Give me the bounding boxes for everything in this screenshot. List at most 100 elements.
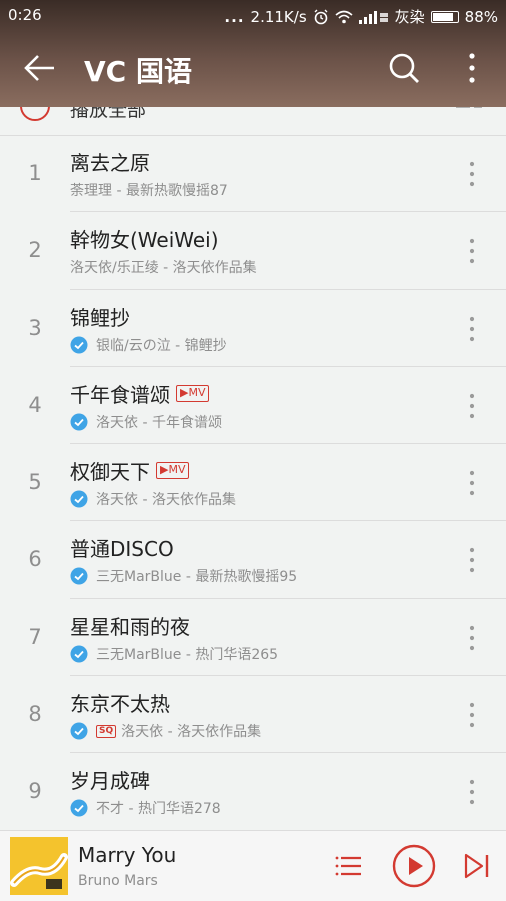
play-all-row[interactable]: 播放全部 bbox=[0, 107, 506, 136]
album-art[interactable] bbox=[10, 837, 68, 895]
song-index: 8 bbox=[28, 702, 42, 727]
battery-icon bbox=[430, 10, 459, 23]
wifi-icon bbox=[335, 10, 353, 23]
song-title-wrap: 东京不太热 bbox=[70, 688, 170, 717]
verified-check-icon bbox=[70, 490, 88, 508]
play-all-icon bbox=[20, 107, 50, 121]
song-title-wrap: 离去之原 bbox=[70, 147, 150, 176]
song-row[interactable]: 6 普通DISCO 三无MarBlue - 最新热歌慢摇95 bbox=[0, 521, 506, 599]
song-more-icon[interactable] bbox=[460, 159, 484, 189]
mv-badge[interactable]: ▶MV bbox=[156, 462, 190, 480]
song-subtitle-wrap: 不才 - 热门华语278 bbox=[70, 798, 221, 818]
page-title: VC 国语 bbox=[84, 55, 192, 88]
song-title-wrap: 锦鲤抄 bbox=[70, 302, 130, 331]
song-subtitle-wrap: 洛天依 - 洛天依作品集 bbox=[70, 489, 236, 509]
status-dots: ... bbox=[224, 7, 245, 26]
song-more-icon[interactable] bbox=[460, 777, 484, 807]
song-title: 普通DISCO bbox=[70, 537, 174, 562]
song-row[interactable]: 1 离去之原荼理理 - 最新热歌慢摇87 bbox=[0, 135, 506, 213]
song-title-wrap: 普通DISCO bbox=[70, 533, 174, 562]
signal-icon bbox=[358, 10, 388, 24]
verified-check-icon bbox=[70, 567, 88, 585]
song-title: 千年食谱颂 bbox=[70, 382, 170, 407]
song-more-icon[interactable] bbox=[460, 391, 484, 421]
song-title: 锦鲤抄 bbox=[70, 305, 130, 330]
song-subtitle-wrap: SQ 洛天依 - 洛天依作品集 bbox=[70, 721, 261, 741]
song-more-icon[interactable] bbox=[460, 314, 484, 344]
multi-select-icon[interactable] bbox=[454, 107, 484, 113]
song-more-icon[interactable] bbox=[460, 700, 484, 730]
song-subtitle: 不才 - 热门华语278 bbox=[96, 801, 221, 818]
alarm-icon bbox=[314, 9, 328, 24]
song-index: 3 bbox=[28, 315, 42, 340]
more-options-button[interactable] bbox=[458, 50, 486, 86]
search-button[interactable] bbox=[386, 50, 422, 86]
playlist-icon bbox=[335, 856, 361, 876]
battery-percent: 88% bbox=[464, 7, 498, 26]
verified-check-icon bbox=[70, 413, 88, 431]
mv-badge[interactable]: ▶MV bbox=[176, 384, 210, 402]
battery-fill bbox=[432, 12, 453, 21]
song-index: 5 bbox=[28, 470, 42, 495]
toolbar: VC 国语 bbox=[0, 36, 506, 100]
song-index: 6 bbox=[28, 547, 42, 572]
play-all-label: 播放全部 bbox=[70, 107, 147, 121]
song-title-wrap: 岁月成碑 bbox=[70, 765, 150, 794]
song-subtitle-wrap: 三无MarBlue - 最新热歌慢摇95 bbox=[70, 566, 297, 586]
song-row[interactable]: 7 星星和雨的夜三无MarBlue - 热门华语265 bbox=[0, 599, 506, 677]
song-subtitle-wrap: 三无MarBlue - 热门华语265 bbox=[70, 644, 278, 664]
song-index: 2 bbox=[28, 238, 42, 263]
song-subtitle-wrap: 洛天依/乐正绫 - 洛天依作品集 bbox=[70, 257, 257, 277]
status-right: ... 2.11K/s 灰染 88% bbox=[224, 6, 498, 27]
play-icon bbox=[392, 844, 436, 888]
song-index: 1 bbox=[28, 161, 42, 185]
playlist-button[interactable] bbox=[334, 851, 364, 881]
play-button[interactable] bbox=[392, 844, 436, 888]
song-list: 1 离去之原荼理理 - 最新热歌慢摇87 2 幹物女(WeiWei) 洛天依/乐正绫 -… bbox=[0, 135, 506, 831]
song-subtitle: 洛天依 - 洛天依作品集 bbox=[121, 724, 262, 741]
next-track-icon bbox=[464, 853, 489, 879]
network-speed: 2.11K/s bbox=[250, 7, 307, 26]
song-title: 权御天下 bbox=[70, 460, 150, 485]
song-more-icon[interactable] bbox=[460, 623, 484, 653]
song-row[interactable]: 5 权御天下 ▶MV 洛天依 - 洛天依作品集 bbox=[0, 444, 506, 522]
song-subtitle: 洛天依 - 千年食谱颂 bbox=[96, 414, 222, 431]
player-artist: Bruno Mars bbox=[78, 873, 158, 889]
player-song-title: Marry You bbox=[78, 843, 177, 867]
app-header: 0:26 ... 2.11K/s 灰染 88% VC 国语 bbox=[0, 0, 506, 107]
song-subtitle-wrap: 荼理理 - 最新热歌慢摇87 bbox=[70, 180, 228, 200]
song-title-wrap: 星星和雨的夜 bbox=[70, 611, 190, 640]
song-more-icon[interactable] bbox=[460, 545, 484, 575]
song-row[interactable]: 4 千年食谱颂 ▶MV 洛天依 - 千年食谱颂 bbox=[0, 367, 506, 445]
song-subtitle: 荼理理 - 最新热歌慢摇87 bbox=[70, 183, 228, 199]
next-track-button[interactable] bbox=[462, 851, 492, 881]
song-title-wrap: 权御天下 ▶MV bbox=[70, 456, 190, 485]
status-bar: 0:26 ... 2.11K/s 灰染 88% bbox=[0, 0, 506, 30]
song-subtitle-wrap: 洛天依 - 千年食谱颂 bbox=[70, 412, 222, 432]
back-arrow-icon bbox=[24, 55, 54, 81]
verified-check-icon bbox=[70, 799, 88, 817]
song-row[interactable]: 3 锦鲤抄银临/云の泣 - 锦鲤抄 bbox=[0, 290, 506, 367]
carrier-name: 灰染 bbox=[394, 8, 425, 26]
song-subtitle: 洛天依 - 洛天依作品集 bbox=[96, 492, 236, 509]
song-row[interactable]: 8 东京不太热 SQ 洛天依 - 洛天依作品集 bbox=[0, 676, 506, 754]
song-more-icon[interactable] bbox=[460, 236, 484, 266]
song-subtitle: 银临/云の泣 - 锦鲤抄 bbox=[96, 337, 227, 354]
song-title: 离去之原 bbox=[70, 151, 150, 175]
song-row[interactable]: 2 幹物女(WeiWei) 洛天依/乐正绫 - 洛天依作品集 bbox=[0, 212, 506, 290]
song-more-icon[interactable] bbox=[460, 468, 484, 498]
song-index: 7 bbox=[28, 624, 42, 649]
song-title-wrap: 千年食谱颂 ▶MV bbox=[70, 379, 210, 408]
song-index: 4 bbox=[28, 392, 42, 417]
mini-player[interactable]: Marry You Bruno Mars bbox=[0, 830, 506, 901]
song-title: 幹物女(WeiWei) bbox=[70, 228, 219, 253]
album-art-graphic bbox=[10, 837, 68, 895]
song-title-wrap: 幹物女(WeiWei) bbox=[70, 224, 219, 253]
song-row[interactable]: 9 岁月成碑 不才 - 热门华语278 bbox=[0, 753, 506, 831]
verified-check-icon bbox=[70, 645, 88, 663]
more-vertical-icon bbox=[469, 53, 475, 83]
verified-check-icon bbox=[70, 722, 88, 740]
song-subtitle: 三无MarBlue - 热门华语265 bbox=[96, 646, 279, 663]
status-time: 0:26 bbox=[8, 6, 42, 24]
back-button[interactable] bbox=[20, 50, 60, 86]
